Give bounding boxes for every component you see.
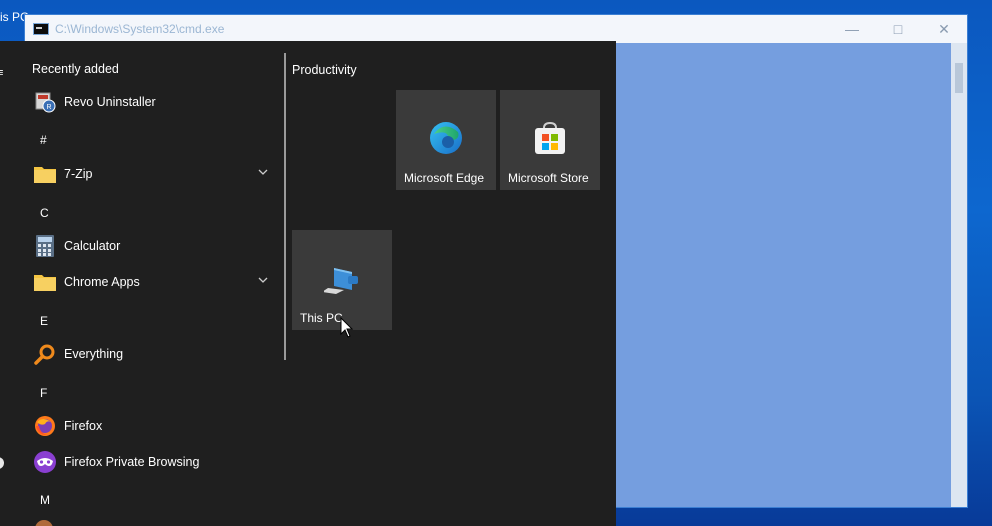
calculator-icon — [32, 233, 58, 259]
folder-icon — [32, 269, 58, 295]
list-item-revo-uninstaller[interactable]: R Revo Uninstaller — [28, 86, 278, 118]
list-item-label: Firefox — [64, 419, 103, 433]
list-divider — [284, 53, 286, 360]
search-icon — [32, 341, 58, 367]
tile-microsoft-edge[interactable]: Microsoft Edge — [396, 90, 496, 190]
list-item-firefox-private-browsing[interactable]: Firefox Private Browsing — [28, 446, 278, 478]
edge-icon — [430, 122, 462, 154]
cmd-window-title: C:\Windows\System32\cmd.exe — [55, 22, 225, 36]
close-icon[interactable]: ✕ — [921, 15, 967, 43]
group-letter-e[interactable]: E — [40, 314, 48, 328]
tile-label: This PC — [300, 311, 343, 325]
group-letter-c[interactable]: C — [40, 206, 49, 220]
next-app-icon-partial — [34, 519, 54, 526]
cmd-scrollbar[interactable] — [951, 43, 967, 507]
mouse-cursor-icon — [340, 317, 354, 338]
group-letter-f[interactable]: F — [40, 386, 47, 400]
svg-text:R: R — [47, 104, 52, 111]
list-item-calculator[interactable]: Calculator — [28, 230, 278, 262]
list-item-label: Revo Uninstaller — [64, 95, 156, 109]
private-browsing-icon — [32, 449, 58, 475]
list-item-7zip[interactable]: 7-Zip — [28, 158, 278, 190]
list-item-chrome-apps[interactable]: Chrome Apps — [28, 266, 278, 298]
list-item-label: Firefox Private Browsing — [64, 455, 200, 469]
cmd-icon — [33, 23, 49, 35]
list-item-everything[interactable]: Everything — [28, 338, 278, 370]
this-pc-icon — [324, 268, 358, 294]
tile-label: Microsoft Store — [508, 171, 589, 185]
start-menu: ≡ Recently added R Revo Uninstaller # 7-… — [0, 41, 616, 526]
recently-added-header: Recently added — [32, 62, 119, 76]
tile-microsoft-store[interactable]: Microsoft Store — [500, 90, 600, 190]
list-item-label: Everything — [64, 347, 124, 361]
tile-label: Microsoft Edge — [404, 171, 485, 185]
scrollbar-thumb[interactable] — [955, 63, 963, 93]
list-item-label: Chrome Apps — [64, 275, 140, 289]
maximize-icon[interactable]: □ — [875, 15, 921, 43]
revo-uninstaller-icon: R — [32, 89, 58, 115]
list-item-firefox[interactable]: Firefox — [28, 410, 278, 442]
store-icon — [535, 121, 565, 154]
tile-this-pc[interactable]: This PC — [292, 230, 392, 330]
list-item-label: Calculator — [64, 239, 121, 253]
folder-icon — [32, 161, 58, 187]
firefox-icon — [32, 413, 58, 439]
group-letter-hash[interactable]: # — [40, 133, 47, 147]
chevron-down-icon[interactable] — [258, 275, 268, 285]
minimize-icon[interactable]: — — [829, 15, 875, 43]
cmd-titlebar[interactable]: C:\Windows\System32\cmd.exe — □ ✕ — [25, 15, 967, 43]
group-letter-m[interactable]: M — [40, 493, 50, 507]
window-controls: — □ ✕ — [829, 15, 967, 43]
tile-group-title[interactable]: Productivity — [292, 63, 357, 77]
chevron-down-icon[interactable] — [258, 167, 268, 177]
app-list: Recently added R Revo Uninstaller # 7-Zi… — [0, 41, 284, 526]
list-item-label: 7-Zip — [64, 167, 93, 181]
